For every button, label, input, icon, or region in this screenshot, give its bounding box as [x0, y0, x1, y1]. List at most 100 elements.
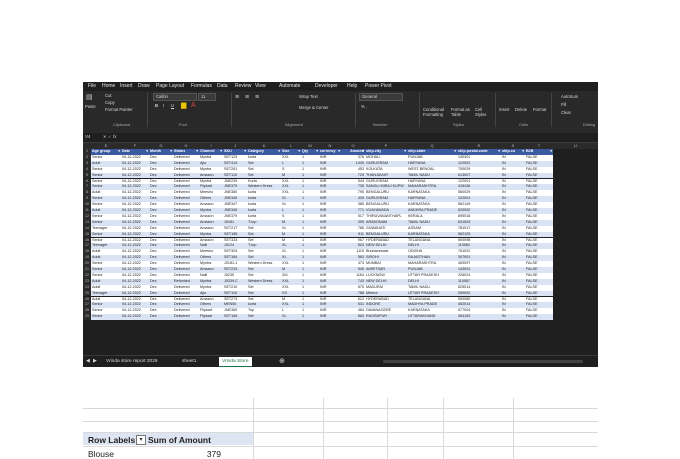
- table-cell[interactable]: Flipkart: [199, 314, 223, 321]
- bold-button[interactable]: B: [155, 103, 158, 108]
- table-cell[interactable]: Senior: [91, 314, 121, 321]
- format-as-table-button[interactable]: Format as Table: [451, 107, 473, 117]
- table-cell[interactable]: Delivered: [173, 314, 199, 321]
- worksheet-grid[interactable]: 1Age groupDateMonthStatusChannelSKUCateg…: [83, 149, 598, 355]
- align-middle-icon[interactable]: ≡: [245, 94, 249, 101]
- clear-button[interactable]: Clear: [561, 110, 571, 115]
- format-cells-button[interactable]: Format: [533, 107, 546, 112]
- align-top-icon[interactable]: ≡: [235, 94, 239, 101]
- table-cell[interactable]: 1: [301, 314, 319, 321]
- delete-cells-button[interactable]: Delete: [515, 107, 527, 112]
- ribbon-separator: [147, 93, 148, 127]
- menu-item-home[interactable]: Home: [102, 83, 115, 89]
- font-size-select[interactable]: 11: [198, 93, 216, 101]
- add-sheet-icon[interactable]: ⊕: [279, 357, 285, 365]
- font-size-value: 11: [201, 94, 206, 99]
- grid-line: [253, 398, 254, 459]
- menu-item-view[interactable]: View: [255, 83, 266, 89]
- merge-center-button[interactable]: Merge & Center: [299, 105, 329, 110]
- table-cell[interactable]: 263153: [457, 314, 501, 321]
- table-cell[interactable]: 04-12-2022: [121, 314, 149, 321]
- pivot-row-label: Blouse: [88, 449, 114, 459]
- menu-item-data[interactable]: Data: [217, 83, 228, 89]
- menu-item-draw[interactable]: Draw: [138, 83, 150, 89]
- ribbon-separator: [495, 93, 496, 127]
- menu-item-page-layout[interactable]: Page Layout: [156, 83, 184, 89]
- percent-button[interactable]: % ,: [361, 104, 367, 109]
- menu-item-insert[interactable]: Insert: [120, 83, 133, 89]
- font-name-value: Calibri: [156, 94, 168, 99]
- function-icon[interactable]: fx: [113, 134, 117, 139]
- menu-item-formulas[interactable]: Formulas: [191, 83, 212, 89]
- row-number[interactable]: 29: [83, 314, 91, 321]
- menu-bar: File Home Insert Draw Page Layout Formulas Dat…: [83, 82, 598, 91]
- grid-line: [513, 398, 514, 459]
- table-cell[interactable]: Set: [247, 314, 281, 321]
- table-cell[interactable]: RUDRAPUR: [365, 314, 407, 321]
- editing-group-label: Editing: [583, 122, 596, 127]
- number-format-select[interactable]: General: [359, 93, 403, 101]
- ribbon-separator: [355, 93, 356, 127]
- grid-line: [83, 408, 598, 409]
- copy-button[interactable]: Copy: [105, 100, 115, 105]
- sheet-tab[interactable]: Vrinda store report 2026: [103, 357, 161, 366]
- grid-line: [387, 398, 388, 459]
- ribbon-separator: [419, 93, 420, 127]
- cells-group-label: Cells: [519, 122, 528, 127]
- cancel-icon[interactable]: ✕: [103, 134, 107, 139]
- format-painter-button[interactable]: Format Painter: [105, 107, 133, 112]
- next-sheet-icon[interactable]: ▶: [93, 358, 97, 364]
- font-group-label: Font: [179, 122, 188, 127]
- conditional-formatting-button[interactable]: Conditional Formatting: [423, 107, 449, 117]
- align-bottom-icon[interactable]: ≡: [255, 94, 259, 101]
- ribbon-separator: [551, 93, 552, 127]
- grid-line: [443, 398, 444, 459]
- sheet-tab[interactable]: sheet1: [179, 357, 199, 366]
- menu-item-power-pivot[interactable]: Power Pivot: [365, 83, 392, 89]
- pivot-row-value: 379: [206, 449, 221, 459]
- table-cell[interactable]: IN: [501, 314, 525, 321]
- menu-item-help[interactable]: Help: [347, 83, 357, 89]
- menu-item-automate[interactable]: Automate: [279, 83, 300, 89]
- autosum-button[interactable]: AutoSum: [561, 94, 578, 99]
- underline-button[interactable]: U: [171, 103, 174, 108]
- table-cell[interactable]: 563: [341, 314, 365, 321]
- italic-button[interactable]: I: [163, 103, 164, 108]
- excel-window: File Home Insert Draw Page Layout Formulas Dat…: [83, 82, 598, 367]
- table-cell[interactable]: SET166: [223, 314, 247, 321]
- wrap-text-button[interactable]: Wrap Text: [299, 94, 318, 99]
- sheet-tab[interactable]: Vrinda Store: [219, 357, 252, 367]
- horizontal-scrollbar[interactable]: [383, 360, 583, 363]
- table-cell[interactable]: INR: [319, 314, 341, 321]
- menu-item-review[interactable]: Review: [235, 83, 251, 89]
- table-cell[interactable]: XL: [281, 314, 301, 321]
- name-box[interactable]: V4: [85, 134, 103, 140]
- styles-group-label: Styles: [453, 122, 464, 127]
- confirm-icon[interactable]: ✓: [108, 134, 112, 139]
- font-color-icon[interactable]: A: [191, 102, 196, 109]
- table-row: 29 Senior 04-12-2022 Dec Delivered Flipkart SE…: [83, 314, 598, 321]
- formula-bar: V4 ✕ ✓ fx: [83, 133, 598, 143]
- prev-sheet-icon[interactable]: ◀: [86, 358, 90, 364]
- number-format-value: General: [362, 94, 377, 99]
- menu-item-developer[interactable]: Developer: [315, 83, 338, 89]
- table-cell[interactable]: FALSE: [525, 314, 553, 321]
- menu-item-file[interactable]: File: [88, 83, 96, 89]
- ribbon: ▤ Paste Cut Copy Format Painter Clipboar…: [83, 91, 598, 134]
- fill-color-icon[interactable]: ▆: [181, 102, 186, 109]
- pivot-row-labels-header[interactable]: Row Labels: [88, 435, 135, 445]
- cut-button[interactable]: Cut: [105, 93, 112, 98]
- paste-icon[interactable]: ▤: [86, 94, 93, 101]
- insert-cells-button[interactable]: Insert: [499, 107, 509, 112]
- pivot-sum-header: Sum of Amount: [148, 435, 211, 445]
- paste-button[interactable]: Paste: [85, 104, 96, 109]
- ribbon-separator: [231, 93, 232, 127]
- font-name-select[interactable]: Calibri: [153, 93, 197, 101]
- number-group-label: Number: [373, 122, 388, 127]
- clipboard-group-label: Clipboard: [113, 122, 131, 127]
- fill-button[interactable]: Fill: [561, 102, 566, 107]
- cell-styles-button[interactable]: Cell Styles: [475, 107, 489, 117]
- table-cell[interactable]: Dec: [149, 314, 173, 321]
- table-cell[interactable]: UTTARAKHAND: [407, 314, 457, 321]
- filter-dropdown-icon[interactable]: ▾: [136, 435, 146, 445]
